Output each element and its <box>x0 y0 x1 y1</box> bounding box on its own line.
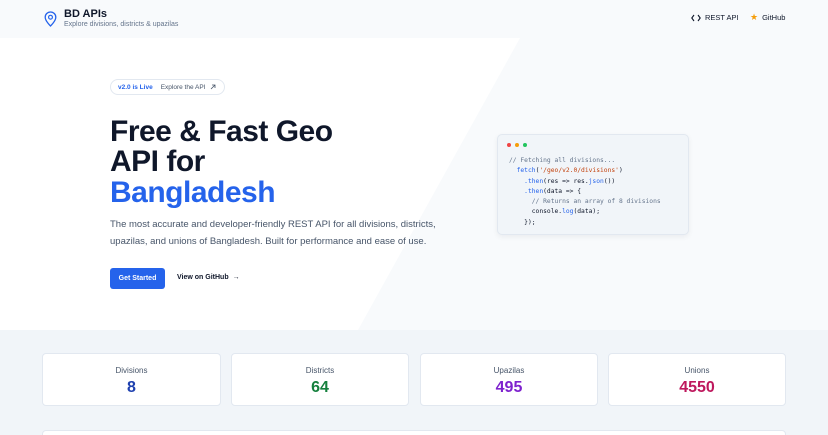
explore-api-link[interactable]: Explore the API <box>161 84 216 91</box>
app-title[interactable]: BD APIs <box>64 8 107 20</box>
code-then-1-end: ()) <box>603 177 616 185</box>
stat-card-divisions[interactable]: Divisions 8 <box>42 353 221 406</box>
view-on-github-button[interactable]: View on GitHub → <box>177 274 240 281</box>
app-header: BD APIs Explore divisions, districts & u… <box>0 0 828 38</box>
stat-value: 4550 <box>679 379 715 396</box>
stat-card-unions[interactable]: Unions 4550 <box>608 353 786 406</box>
code-then-2: .then <box>524 187 544 195</box>
explore-api-label: Explore the API <box>160 83 206 91</box>
stat-value: 64 <box>311 379 329 396</box>
code-json: json <box>588 177 604 185</box>
code-line-1: // Fetching all divisions... <box>509 157 616 164</box>
code-close: }); <box>524 218 536 226</box>
hero-title-line2: API for <box>110 145 205 178</box>
code-url: '/geo/v2.0/divisions' <box>539 167 619 175</box>
maximize-dot-icon <box>523 143 527 147</box>
code-icon <box>691 14 701 21</box>
hero-section: v2.0 is Live Explore the API Free & Fast… <box>0 38 828 330</box>
window-controls <box>507 143 527 147</box>
version-badge: v2.0 is Live <box>118 83 153 91</box>
code-log: log <box>562 208 574 216</box>
stat-card-districts[interactable]: Districts 64 <box>231 353 409 406</box>
stat-value: 8 <box>127 379 136 396</box>
code-then-1-arg: (res => res. <box>543 177 589 185</box>
minimize-dot-icon <box>515 143 519 147</box>
code-window: // Fetching all divisions... fetch('/geo… <box>497 134 689 235</box>
close-dot-icon <box>507 143 511 147</box>
app-subtitle: Explore divisions, districts & upazilas <box>64 21 179 28</box>
stat-label: Upazilas <box>493 366 525 375</box>
stat-label: Divisions <box>115 366 148 375</box>
code-log-arg: (data); <box>573 208 601 216</box>
content-panel <box>42 430 786 435</box>
arrow-up-right-icon <box>210 84 215 90</box>
nav-github-label: GitHub <box>762 13 786 22</box>
code-comment-returns: // Returns an array of 8 divisions <box>531 198 661 206</box>
stat-value: 495 <box>495 379 523 396</box>
star-icon: ★ <box>750 12 759 22</box>
hero-description: The most accurate and developer-friendly… <box>110 219 436 247</box>
code-snippet: // Fetching all divisions... fetch('/geo… <box>509 157 661 226</box>
view-on-github-label: View on GitHub <box>177 274 229 281</box>
nav-rest-api-link[interactable]: REST API <box>691 13 739 22</box>
code-then-2-arg: (data => { <box>543 187 582 195</box>
code-console: console. <box>531 208 563 216</box>
version-pill[interactable]: v2.0 is Live Explore the API <box>110 79 225 95</box>
hero-title-line1: Free & Fast Geo <box>110 115 333 148</box>
map-pin-icon <box>44 11 57 27</box>
stat-label: Unions <box>684 366 710 375</box>
hero-title-line3: Bangladesh <box>110 176 276 209</box>
get-started-button[interactable]: Get Started <box>110 268 165 289</box>
code-fetch: fetch <box>516 167 536 175</box>
code-then-1: .then <box>524 177 544 185</box>
nav-github-link[interactable]: ★ GitHub <box>750 12 786 23</box>
nav-rest-api-label: REST API <box>705 13 739 22</box>
stat-label: Districts <box>305 366 335 375</box>
arrow-right-icon: → <box>232 274 240 281</box>
stat-card-upazilas[interactable]: Upazilas 495 <box>420 353 598 406</box>
stats-section: Divisions 8 Districts 64 Upazilas 495 Un… <box>0 330 828 435</box>
